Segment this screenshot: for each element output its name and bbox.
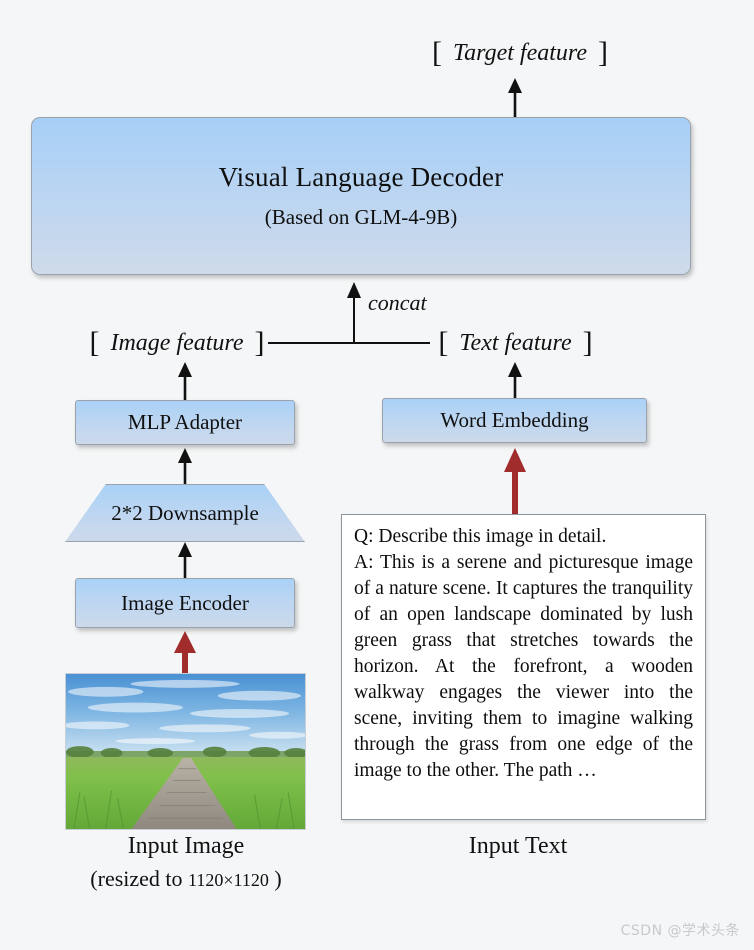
decoder-title: Visual Language Decoder	[218, 162, 504, 192]
caption-resized-number: 1120×1120	[188, 870, 269, 890]
image-encoder-label: Image Encoder	[121, 590, 249, 615]
caption-input-image: Input Image	[127, 833, 245, 859]
concat-horizontal-line	[268, 342, 430, 344]
target-feature-text: Target feature	[452, 40, 587, 66]
arrow-mlp-to-image-feature	[173, 362, 197, 400]
target-feature-label: [ Target feature ]	[380, 32, 660, 74]
input-text-answer: A: This is a serene and picturesque imag…	[354, 552, 693, 782]
downsample-label: 2*2 Downsample	[111, 500, 259, 525]
diagram-canvas: [ Target feature ] Visual Language Decod…	[0, 0, 754, 950]
target-feature-close-bracket: ]	[598, 36, 608, 69]
arrow-decoder-to-target-feature	[503, 78, 527, 118]
text-feature-open-bracket: [	[438, 326, 449, 359]
downsample-trapezoid: 2*2 Downsample	[65, 484, 305, 542]
photo-illustration	[66, 674, 305, 829]
word-embedding-label: Word Embedding	[440, 408, 589, 432]
text-feature-text: Text feature	[459, 330, 572, 356]
text-feature-close-bracket: ]	[582, 326, 593, 359]
mlp-adapter-label: MLP Adapter	[127, 410, 243, 434]
caption-input-image-resized: (resized to 1120×1120 )	[0, 866, 372, 892]
input-text-question: Q: Describe this image in detail.	[354, 526, 607, 547]
arrow-input-text-to-word-embedding	[500, 448, 530, 514]
word-embedding-box: Word Embedding	[382, 398, 647, 443]
caption-resized-prefix: (resized to	[90, 866, 189, 891]
arrow-concat-to-decoder	[342, 282, 366, 302]
image-feature-label: [ Image feature ]	[84, 324, 270, 362]
target-feature-open-bracket: [	[431, 36, 442, 69]
image-encoder-box: Image Encoder	[75, 578, 295, 628]
image-feature-text: Image feature	[110, 330, 244, 356]
arrow-downsample-to-mlp	[173, 448, 197, 484]
text-feature-label: [ Text feature ]	[428, 324, 603, 362]
caption-resized-suffix: )	[268, 866, 282, 891]
input-text-box: Q: Describe this image in detail. A: Thi…	[341, 514, 706, 820]
concat-label: concat	[368, 290, 427, 315]
caption-input-text: Input Text	[468, 833, 568, 859]
arrow-input-image-to-encoder	[170, 631, 200, 675]
input-image-photo	[65, 673, 306, 830]
csdn-watermark: CSDN @学术头条	[620, 923, 740, 939]
image-feature-close-bracket: ]	[254, 326, 265, 359]
visual-language-decoder-box: Visual Language Decoder (Based on GLM-4-…	[31, 117, 691, 275]
image-feature-open-bracket: [	[89, 326, 100, 359]
arrow-word-embedding-to-text-feature	[503, 362, 527, 400]
arrow-encoder-to-downsample	[173, 542, 197, 578]
decoder-subtitle: (Based on GLM-4-9B)	[264, 205, 458, 229]
mlp-adapter-box: MLP Adapter	[75, 400, 295, 445]
